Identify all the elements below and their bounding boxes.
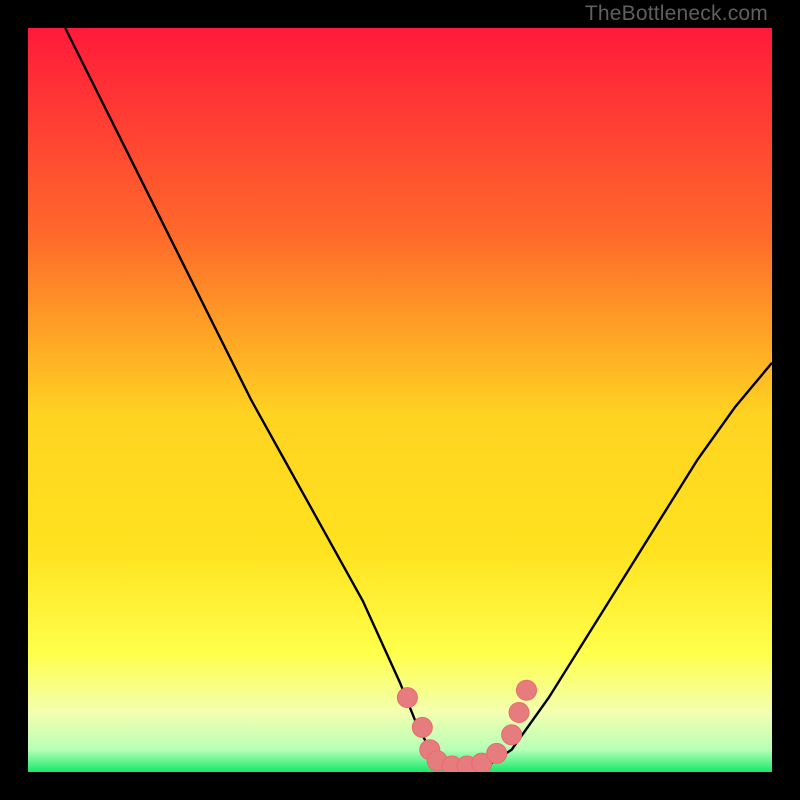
marker-point	[397, 688, 417, 708]
curve-markers	[397, 680, 536, 772]
bottleneck-curve	[65, 28, 772, 768]
curve-layer	[28, 28, 772, 772]
marker-point	[509, 703, 529, 723]
marker-point	[487, 743, 507, 763]
chart-frame: TheBottleneck.com	[0, 0, 800, 800]
marker-point	[517, 680, 537, 700]
marker-point	[502, 725, 522, 745]
marker-point	[412, 717, 432, 737]
plot-area	[28, 28, 772, 772]
watermark-text: TheBottleneck.com	[585, 2, 768, 26]
